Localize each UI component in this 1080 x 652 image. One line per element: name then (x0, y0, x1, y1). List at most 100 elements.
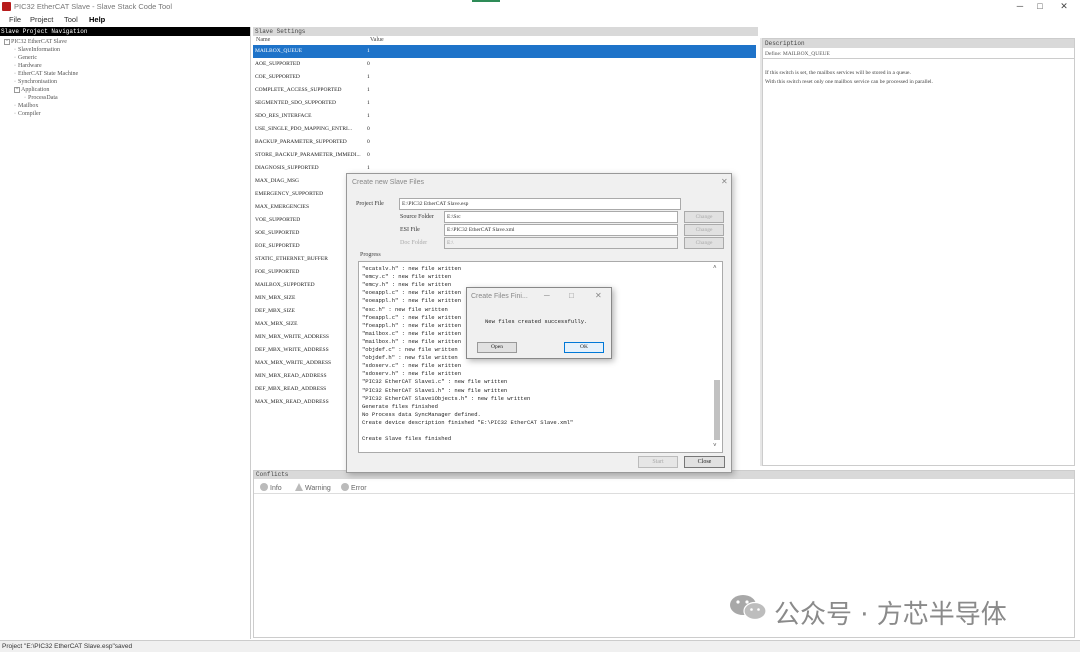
error-filter-button[interactable]: Error (341, 483, 367, 492)
setting-value[interactable]: 0 (367, 139, 370, 145)
nav-item-label: ProcessData (28, 95, 58, 101)
setting-value[interactable]: 1 (367, 74, 370, 80)
settings-row[interactable]: SEGMENTED_SDO_SUPPORTED 1 (253, 97, 756, 110)
maximize-icon[interactable]: □ (1030, 1, 1050, 11)
nav-item[interactable]: · Mailbox (14, 102, 38, 110)
log-line: "sdoserv.h" : new file written (362, 370, 462, 378)
description-define: Define: MAILBOX_QUEUE (763, 49, 1074, 59)
source-folder-label: Source Folder (400, 214, 434, 220)
setting-value[interactable]: 1 (367, 100, 370, 106)
log-line: "emcy.h" : new file written (362, 281, 452, 289)
settings-row[interactable]: BACKUP_PARAMETER_SUPPORTED 0 (253, 136, 756, 149)
dialog-close-icon[interactable]: ✕ (721, 177, 728, 186)
finish-message: New files created successfully. (485, 318, 588, 325)
setting-name: MAILBOX_QUEUE (255, 48, 303, 54)
error-label: Error (351, 485, 367, 492)
create-files-finished-dialog: Create Files Fini... ─ □ ✕ New files cre… (466, 287, 612, 359)
log-line: "esc.h" : new file written (362, 305, 448, 313)
column-header-name[interactable]: Name (256, 37, 270, 43)
watermark-text: 公众号 · 方芯半导体 (774, 600, 1007, 630)
status-bar: Project "E:\PIC32 EtherCAT Slave.esp"sav… (0, 640, 1080, 652)
tree-branch-icon: · (24, 95, 26, 101)
nav-item[interactable]: · EtherCAT State Machine (14, 70, 78, 78)
minimize-icon[interactable]: ─ (544, 291, 550, 300)
doc-folder-field[interactable]: E:\ (444, 237, 678, 249)
settings-row[interactable]: COMPLETE_ACCESS_SUPPORTED 1 (253, 84, 756, 97)
log-line: No Process data SyncManager defined. (362, 410, 481, 418)
nav-item[interactable]: · Hardware (14, 62, 42, 70)
nav-item-label: Hardware (18, 63, 42, 69)
maximize-icon[interactable]: □ (569, 291, 574, 300)
setting-name: DIAGNOSIS_SUPPORTED (255, 165, 319, 171)
setting-value[interactable]: 0 (367, 152, 370, 158)
log-line: "objdef.h" : new file written (362, 354, 458, 362)
settings-row[interactable]: STORE_BACKUP_PARAMETER_IMMEDI... 0 (253, 149, 756, 162)
nav-item[interactable]: · Synchronisation (14, 78, 57, 86)
project-file-field[interactable]: E:\PIC32 EtherCAT Slave.esp (399, 198, 681, 210)
menu-help[interactable]: Help (89, 15, 105, 24)
setting-name: STORE_BACKUP_PARAMETER_IMMEDI... (255, 152, 361, 158)
log-line: "PIC32 EtherCAT Slave1.c" : new file wri… (362, 378, 508, 386)
setting-value[interactable]: 1 (367, 165, 370, 171)
minimize-icon[interactable]: ─ (1010, 1, 1030, 11)
log-line: "eoeappl.h" : new file written (362, 297, 462, 305)
log-line: "ecatslv.h" : new file written (362, 265, 462, 272)
scroll-down-icon[interactable]: ˅ (713, 442, 717, 449)
tree-branch-icon: · (14, 47, 16, 53)
source-folder-field[interactable]: E:\Src (444, 211, 678, 223)
log-line: Generate files finished (362, 402, 438, 410)
nav-item[interactable]: · Generic (14, 54, 37, 62)
menu-file[interactable]: File (9, 15, 21, 24)
nav-item[interactable]: · Compiler (14, 110, 41, 118)
scroll-thumb[interactable] (714, 380, 720, 440)
scroll-up-icon[interactable]: ˄ (713, 264, 717, 271)
doc-folder-change-button[interactable]: Change (684, 237, 724, 249)
setting-value[interactable]: 0 (367, 126, 370, 132)
start-button[interactable]: Start (638, 456, 678, 468)
setting-value[interactable]: 1 (367, 87, 370, 93)
column-header-value[interactable]: Value (370, 37, 384, 43)
expand-toggle-icon[interactable]: - (4, 38, 10, 45)
close-button[interactable]: Close (684, 456, 725, 468)
nav-item-label: PIC32 EtherCAT Slave (11, 39, 67, 45)
ok-button[interactable]: OK (564, 342, 604, 353)
title-accent-bar (472, 0, 500, 2)
menu-bar: File Project Tool Help (0, 13, 1080, 26)
open-button[interactable]: Open (477, 342, 517, 353)
description-text: If this switch is set, the mailbox servi… (765, 69, 1065, 87)
esi-file-change-button[interactable]: Change (684, 224, 724, 236)
menu-tool[interactable]: Tool (64, 15, 78, 24)
setting-name: COE_SUPPORTED (255, 74, 300, 80)
info-filter-button[interactable]: Info (260, 483, 282, 492)
setting-value[interactable]: 1 (367, 113, 370, 119)
source-folder-change-button[interactable]: Change (684, 211, 724, 223)
tree-branch-icon: · (14, 111, 16, 117)
log-line: "PIC32 EtherCAT Slave1.h" : new file wri… (362, 386, 508, 394)
setting-value[interactable]: 0 (367, 61, 370, 67)
expand-toggle-icon[interactable]: + (14, 86, 20, 93)
nav-item[interactable]: - PIC32 EtherCAT Slave (4, 38, 67, 46)
settings-row[interactable]: SDO_RES_INTERFACE 1 (253, 110, 756, 123)
nav-item-label: Generic (18, 55, 37, 61)
esi-file-field[interactable]: E:\PIC32 EtherCAT Slave.xml (444, 224, 678, 236)
nav-item[interactable]: + Application (14, 86, 49, 94)
progress-label: Progress (360, 252, 381, 258)
slave-project-navigation: Slave Project Navigation - PIC32 EtherCAT… (0, 27, 251, 639)
finish-close-icon[interactable]: ✕ (595, 291, 602, 300)
warning-filter-button[interactable]: Warning (295, 483, 331, 492)
log-line: "foeappl.h" : new file written (362, 321, 462, 329)
settings-row[interactable]: USE_SINGLE_PDO_MAPPING_ENTRI... 0 (253, 123, 756, 136)
menu-project[interactable]: Project (30, 15, 53, 24)
title-bar: PIC32 EtherCAT Slave - Slave Stack Code … (0, 0, 1080, 13)
close-icon[interactable]: ✕ (1054, 1, 1074, 12)
nav-item[interactable]: · ProcessData (24, 94, 58, 102)
settings-row[interactable]: COE_SUPPORTED 1 (253, 71, 756, 84)
setting-name: SEGMENTED_SDO_SUPPORTED (255, 100, 336, 106)
doc-folder-label: Doc Folder (400, 240, 428, 246)
settings-row[interactable]: MAILBOX_QUEUE 1 (253, 45, 756, 58)
nav-item[interactable]: · SlaveInformation (14, 46, 60, 54)
settings-row[interactable]: AOE_SUPPORTED 0 (253, 58, 756, 71)
log-scrollbar[interactable]: ˄ ˅ (713, 264, 720, 450)
setting-value[interactable]: 1 (367, 48, 370, 54)
setting-name: AOE_SUPPORTED (255, 61, 301, 67)
